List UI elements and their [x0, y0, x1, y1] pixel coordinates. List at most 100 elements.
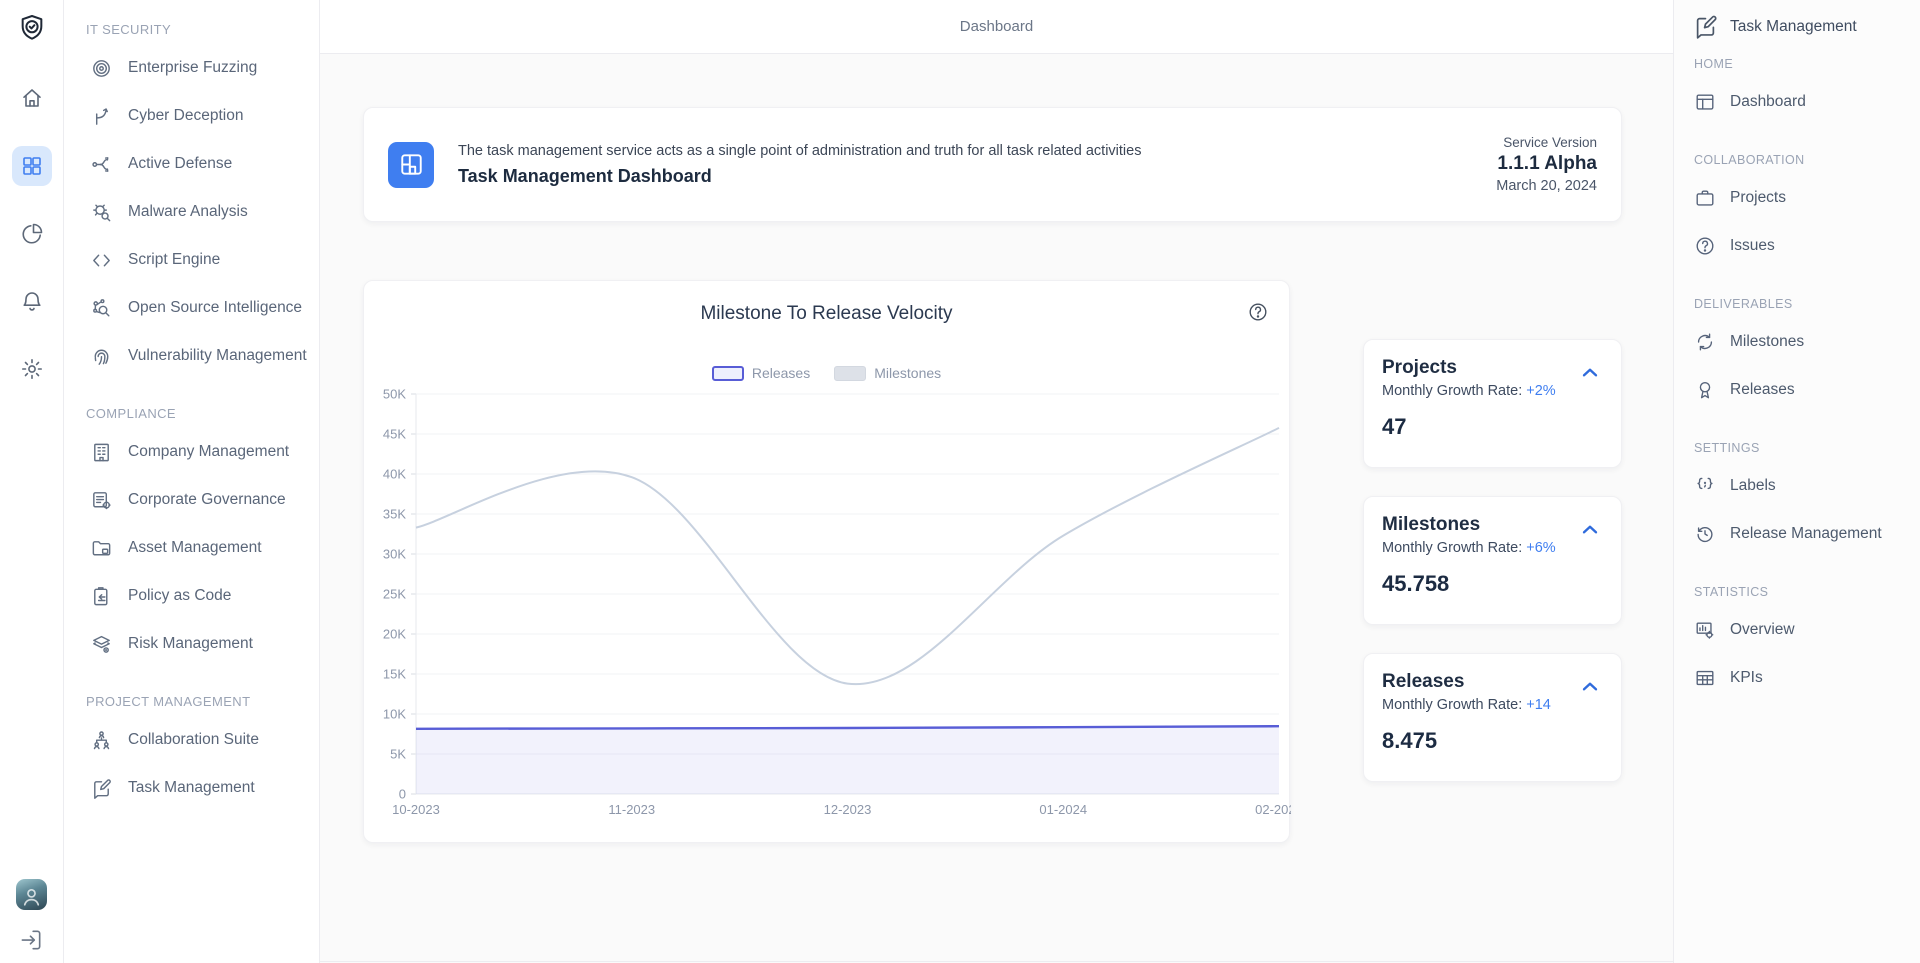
chevron-up-icon[interactable] — [1575, 519, 1605, 541]
stat-growth-value: +6% — [1526, 540, 1555, 556]
sidebar-item-label: Malware Analysis — [128, 203, 248, 221]
pie-chart-icon[interactable] — [12, 214, 52, 254]
rightbar-item-label: Overview — [1730, 621, 1795, 639]
sidebar-item-label: Active Defense — [128, 155, 232, 173]
svg-text:45K: 45K — [383, 427, 406, 442]
branch-icon — [90, 105, 113, 128]
svg-text:15K: 15K — [383, 667, 406, 682]
network-search-icon — [90, 297, 113, 320]
sidebar-section-header: COMPLIANCE — [64, 398, 319, 428]
bell-icon[interactable] — [12, 281, 52, 321]
stat-value: 8.475 — [1382, 728, 1603, 754]
fingerprint-icon — [90, 345, 113, 368]
edit-square-icon — [90, 777, 113, 800]
right-sidebar-header: Task Management — [1674, 0, 1920, 40]
avatar[interactable] — [16, 879, 47, 910]
sidebar-item-label: Enterprise Fuzzing — [128, 59, 257, 77]
briefcase-icon — [1694, 187, 1716, 209]
history-icon — [1694, 523, 1716, 545]
svg-text:25K: 25K — [383, 587, 406, 602]
rightbar-section-header: SETTINGS — [1674, 434, 1920, 462]
banner-card: The task management service acts as a si… — [363, 107, 1622, 222]
rightbar-item-label: Releases — [1730, 381, 1795, 399]
rightbar-section-header: STATISTICS — [1674, 578, 1920, 606]
chevron-up-icon[interactable] — [1575, 362, 1605, 384]
right-sidebar-title: Task Management — [1730, 18, 1857, 36]
logout-icon[interactable] — [18, 927, 44, 953]
rightbar-section-header: COLLABORATION — [1674, 146, 1920, 174]
code-icon — [90, 249, 113, 272]
sidebar-item-vulnerability-management[interactable]: Vulnerability Management — [64, 332, 319, 380]
sidebar-item-label: Corporate Governance — [128, 491, 286, 509]
chevron-up-icon[interactable] — [1575, 676, 1605, 698]
svg-text:5K: 5K — [390, 747, 406, 762]
org-people-icon — [90, 729, 113, 752]
target-icon — [90, 57, 113, 80]
service-version-block: Service Version 1.1.1 Alpha March 20, 20… — [1496, 135, 1597, 194]
edit-square-icon — [1692, 13, 1719, 40]
sidebar-item-label: Cyber Deception — [128, 107, 243, 125]
app-root: IT SECURITY Enterprise Fuzzing Cyber Decep… — [0, 0, 1920, 963]
sidebar-item-policy-as-code[interactable]: Policy as Code — [64, 572, 319, 620]
rightbar-item-label: Labels — [1730, 477, 1776, 495]
rightbar-item-kpis[interactable]: KPIs — [1674, 654, 1920, 702]
gear-icon[interactable] — [12, 349, 52, 389]
sidebar-section-header: IT SECURITY — [64, 14, 319, 44]
folder-box-icon — [90, 537, 113, 560]
braces-icon — [1694, 475, 1716, 497]
stat-growth: Monthly Growth Rate: +6% — [1382, 540, 1603, 556]
sidebar-item-cyber-deception[interactable]: Cyber Deception — [64, 92, 319, 140]
rightbar-item-issues[interactable]: Issues — [1674, 222, 1920, 270]
svg-text:0: 0 — [399, 787, 406, 802]
sidebar-section: PROJECT MANAGEMENT Collaboration Suite Tas… — [64, 686, 319, 812]
rightbar-item-releases[interactable]: Releases — [1674, 366, 1920, 414]
svg-text:50K: 50K — [383, 387, 406, 402]
stat-title: Projects — [1382, 357, 1603, 379]
sidebar-item-asset-management[interactable]: Asset Management — [64, 524, 319, 572]
svg-text:10-2023: 10-2023 — [392, 802, 440, 817]
sidebar-item-label: Collaboration Suite — [128, 731, 259, 749]
svg-text:12-2023: 12-2023 — [824, 802, 872, 817]
chart-card: Milestone To Release Velocity ReleasesMi… — [363, 280, 1290, 843]
icon-rail — [0, 0, 64, 963]
clipboard-arrow-icon — [90, 585, 113, 608]
rightbar-section: HOMEDashboard — [1674, 50, 1920, 126]
sidebar-item-enterprise-fuzzing[interactable]: Enterprise Fuzzing — [64, 44, 319, 92]
banner-description: The task management service acts as a si… — [458, 143, 1141, 159]
sidebar-item-collaboration-suite[interactable]: Collaboration Suite — [64, 716, 319, 764]
sidebar-section-header: PROJECT MANAGEMENT — [64, 686, 319, 716]
svg-text:11-2023: 11-2023 — [608, 802, 655, 817]
sidebar-item-active-defense[interactable]: Active Defense — [64, 140, 319, 188]
main-content: Dashboard The task management service ac… — [320, 0, 1673, 963]
rightbar-item-dashboard[interactable]: Dashboard — [1674, 78, 1920, 126]
sidebar-item-label: Company Management — [128, 443, 289, 461]
grid-icon[interactable] — [12, 146, 52, 186]
home-icon[interactable] — [12, 78, 52, 118]
rightbar-item-overview[interactable]: Overview — [1674, 606, 1920, 654]
person-icon — [19, 884, 44, 909]
sidebar-item-label: Risk Management — [128, 635, 253, 653]
rightbar-section-header: HOME — [1674, 50, 1920, 78]
browser-icon — [1694, 91, 1716, 113]
stat-value: 47 — [1382, 414, 1603, 440]
rightbar-item-projects[interactable]: Projects — [1674, 174, 1920, 222]
sidebar-item-malware-analysis[interactable]: Malware Analysis — [64, 188, 319, 236]
rightbar-item-release-management[interactable]: Release Management — [1674, 510, 1920, 558]
left-sidebar: IT SECURITY Enterprise Fuzzing Cyber Decep… — [64, 0, 320, 963]
sidebar-item-company-management[interactable]: Company Management — [64, 428, 319, 476]
award-icon — [1694, 379, 1716, 401]
rightbar-item-labels[interactable]: Labels — [1674, 462, 1920, 510]
rightbar-section-header: DELIVERABLES — [1674, 290, 1920, 318]
sidebar-item-task-management[interactable]: Task Management — [64, 764, 319, 812]
svg-text:01-2024: 01-2024 — [1039, 802, 1087, 817]
banner-text: The task management service acts as a si… — [458, 143, 1141, 187]
rightbar-item-milestones[interactable]: Milestones — [1674, 318, 1920, 366]
right-sidebar: Task Management HOMEDashboard COLLABORATI… — [1673, 0, 1920, 963]
sidebar-item-script-engine[interactable]: Script Engine — [64, 236, 319, 284]
sidebar-item-corporate-governance[interactable]: Corporate Governance — [64, 476, 319, 524]
sidebar-item-risk-management[interactable]: Risk Management — [64, 620, 319, 668]
sidebar-item-open-source-intelligence[interactable]: Open Source Intelligence — [64, 284, 319, 332]
svg-text:20K: 20K — [383, 627, 406, 642]
rightbar-item-label: Milestones — [1730, 333, 1804, 351]
service-version-value: 1.1.1 Alpha — [1496, 153, 1597, 175]
